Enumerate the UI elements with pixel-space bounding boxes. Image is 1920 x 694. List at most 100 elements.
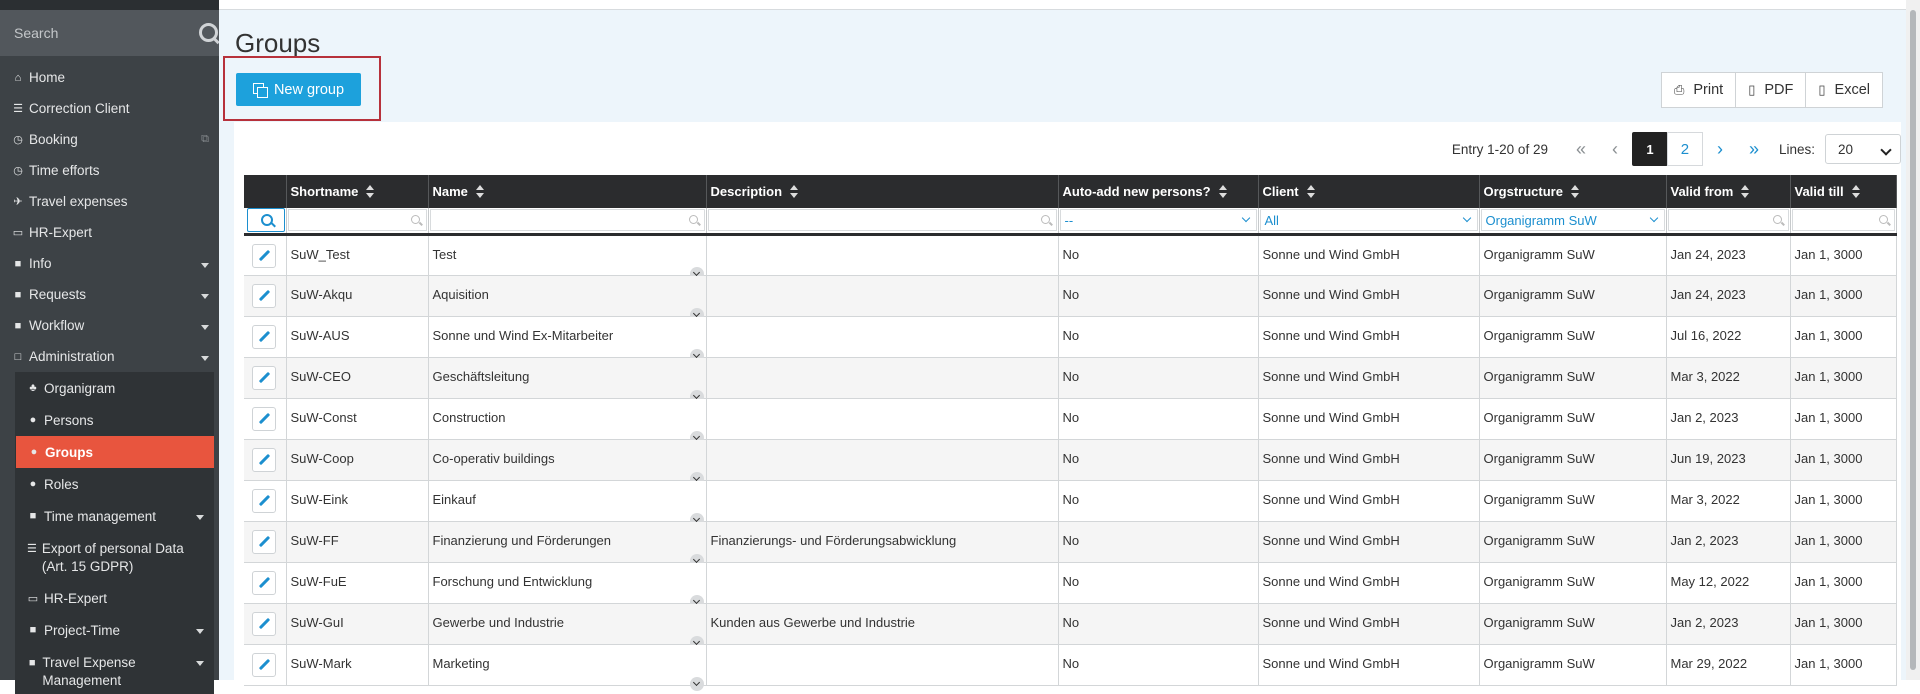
lines-select[interactable]: 20 bbox=[1825, 134, 1901, 164]
cell-orgstructure: Organigramm SuW bbox=[1479, 234, 1667, 276]
cell-valid-from: Mar 29, 2022 bbox=[1666, 644, 1791, 686]
filter-valid-from-input[interactable] bbox=[1667, 209, 1789, 232]
chevron-down-icon[interactable] bbox=[689, 676, 704, 691]
cell-description bbox=[706, 234, 1059, 276]
cell-orgstructure: Organigramm SuW bbox=[1479, 316, 1667, 358]
header-description[interactable]: Description bbox=[706, 175, 1059, 208]
header-orgstructure[interactable]: Orgstructure bbox=[1479, 175, 1667, 208]
cell-shortname: SuW-GuI bbox=[286, 603, 429, 645]
sidebar-item-project-time[interactable]: ■ Project-Time bbox=[15, 614, 214, 646]
cell-auto-add: No bbox=[1058, 316, 1259, 358]
filter-auto-add-select[interactable]: -- bbox=[1059, 209, 1257, 232]
cell-client: Sonne und Wind GmbH bbox=[1258, 234, 1480, 276]
sidebar-item-correction-client[interactable]: ☰ Correction Client bbox=[0, 93, 219, 124]
cell-valid-till: Jan 1, 3000 bbox=[1790, 234, 1897, 276]
page-1-button[interactable]: 1 bbox=[1631, 132, 1668, 166]
scrollbar-thumb[interactable] bbox=[1910, 10, 1916, 670]
sidebar-item-workflow[interactable]: ■ Workflow bbox=[0, 310, 219, 341]
caret-down-icon bbox=[201, 325, 209, 330]
filter-valid-till-input[interactable] bbox=[1791, 209, 1895, 232]
sidebar-item-booking[interactable]: ◷ Booking ⧉ bbox=[0, 124, 219, 155]
sidebar-item-requests[interactable]: ■ Requests bbox=[0, 279, 219, 310]
sidebar-item-time-efforts[interactable]: ◷ Time efforts bbox=[0, 155, 219, 186]
header-actions bbox=[244, 175, 287, 208]
sidebar-item-home[interactable]: ⌂ Home bbox=[0, 62, 219, 93]
filter-name-input[interactable] bbox=[429, 209, 705, 232]
cell-orgstructure: Organigramm SuW bbox=[1479, 357, 1667, 399]
filter-search-button[interactable] bbox=[247, 208, 285, 233]
edit-pencil-icon[interactable] bbox=[252, 652, 276, 677]
page-2-button[interactable]: 2 bbox=[1666, 132, 1703, 166]
folder-icon: ■ bbox=[28, 657, 36, 669]
search-icon bbox=[410, 215, 420, 225]
edit-pencil-icon[interactable] bbox=[252, 324, 276, 349]
sidebar-item-time-management[interactable]: ■ Time management bbox=[15, 500, 214, 532]
sidebar-item-travel-expense-management[interactable]: ■ Travel Expense Management bbox=[15, 646, 214, 694]
header-label: Auto-add new persons? bbox=[1062, 183, 1211, 199]
filter-cell bbox=[428, 208, 707, 236]
header-label: Description bbox=[710, 183, 783, 199]
search-icon[interactable] bbox=[197, 21, 218, 45]
next-page-icon[interactable]: › bbox=[1703, 132, 1737, 166]
search-input[interactable] bbox=[12, 24, 197, 42]
cell-description: Kunden aus Gewerbe und Industrie bbox=[706, 603, 1059, 645]
header-shortname[interactable]: Shortname bbox=[286, 175, 429, 208]
filter-search-cell bbox=[244, 208, 287, 236]
edit-pencil-icon[interactable] bbox=[252, 365, 276, 390]
cell-actions bbox=[244, 357, 287, 399]
sidebar-item-label: HR-Expert bbox=[29, 225, 93, 240]
sidebar-item-groups[interactable]: ● Groups bbox=[16, 436, 214, 468]
header-client[interactable]: Client bbox=[1258, 175, 1480, 208]
header-name[interactable]: Name bbox=[428, 175, 707, 208]
caret-down-icon bbox=[201, 263, 209, 268]
edit-pencil-icon[interactable] bbox=[252, 488, 276, 513]
edit-pencil-icon[interactable] bbox=[252, 447, 276, 472]
cell-description bbox=[706, 562, 1059, 604]
filter-shortname-input[interactable] bbox=[287, 209, 427, 232]
cell-auto-add: No bbox=[1058, 439, 1259, 481]
caret-down-icon bbox=[201, 294, 209, 299]
pdf-button[interactable]: ▯ PDF bbox=[1735, 72, 1807, 108]
edit-pencil-icon[interactable] bbox=[252, 529, 276, 554]
edit-pencil-icon[interactable] bbox=[252, 283, 276, 308]
cell-client: Sonne und Wind GmbH bbox=[1258, 357, 1480, 399]
cell-description bbox=[706, 644, 1059, 686]
print-button[interactable]: ⎙ Print bbox=[1660, 72, 1737, 108]
sidebar-item-travel-expenses[interactable]: ✈ Travel expenses bbox=[0, 186, 219, 217]
filter-orgstructure-select[interactable]: Organigramm SuW bbox=[1480, 209, 1665, 232]
first-page-icon[interactable]: « bbox=[1564, 132, 1598, 166]
sort-icon bbox=[1570, 185, 1579, 199]
sidebar-item-label: Requests bbox=[29, 287, 87, 302]
cell-actions bbox=[244, 644, 287, 686]
filter-description-input[interactable] bbox=[707, 209, 1057, 232]
cell-client: Sonne und Wind GmbH bbox=[1258, 603, 1480, 645]
sidebar-item-hr-expert[interactable]: ▭ HR-Expert bbox=[0, 217, 219, 248]
edit-pencil-icon[interactable] bbox=[252, 406, 276, 431]
sidebar-item-hr-expert-sub[interactable]: ▭ HR-Expert bbox=[15, 582, 214, 614]
header-label: Client bbox=[1262, 183, 1299, 199]
edit-pencil-icon[interactable] bbox=[252, 243, 276, 268]
sidebar-item-info[interactable]: ■ Info bbox=[0, 248, 219, 279]
sidebar-item-organigram[interactable]: ♣ Organigram bbox=[15, 372, 214, 404]
sidebar-item-export-personal-data[interactable]: ☰ Export of personal Data (Art. 15 GDPR) bbox=[15, 532, 214, 582]
sidebar-item-roles[interactable]: ● Roles bbox=[15, 468, 214, 500]
cell-client: Sonne und Wind GmbH bbox=[1258, 316, 1480, 358]
sidebar-item-administration[interactable]: □ Administration bbox=[0, 341, 219, 372]
sidebar-item-persons[interactable]: ● Persons bbox=[15, 404, 214, 436]
header-auto-add[interactable]: Auto-add new persons? bbox=[1058, 175, 1259, 208]
edit-pencil-icon[interactable] bbox=[252, 570, 276, 595]
last-page-icon[interactable]: » bbox=[1737, 132, 1771, 166]
prev-page-icon[interactable]: ‹ bbox=[1598, 132, 1632, 166]
edit-pencil-icon[interactable] bbox=[252, 611, 276, 636]
cell-actions bbox=[244, 603, 287, 645]
filter-client-select[interactable]: All bbox=[1259, 209, 1478, 232]
header-label: Shortname bbox=[290, 183, 359, 199]
page-scrollbar[interactable] bbox=[1906, 0, 1920, 680]
header-valid-till[interactable]: Valid till bbox=[1790, 175, 1897, 208]
cell-client: Sonne und Wind GmbH bbox=[1258, 644, 1480, 686]
header-valid-from[interactable]: Valid from bbox=[1666, 175, 1791, 208]
new-group-button[interactable]: New group bbox=[236, 73, 361, 106]
excel-button[interactable]: ▯ Excel bbox=[1805, 72, 1883, 108]
cell-actions bbox=[244, 275, 287, 317]
table-row: SuW_Test Test No Sonne und Wind GmbH Org… bbox=[244, 234, 1897, 281]
